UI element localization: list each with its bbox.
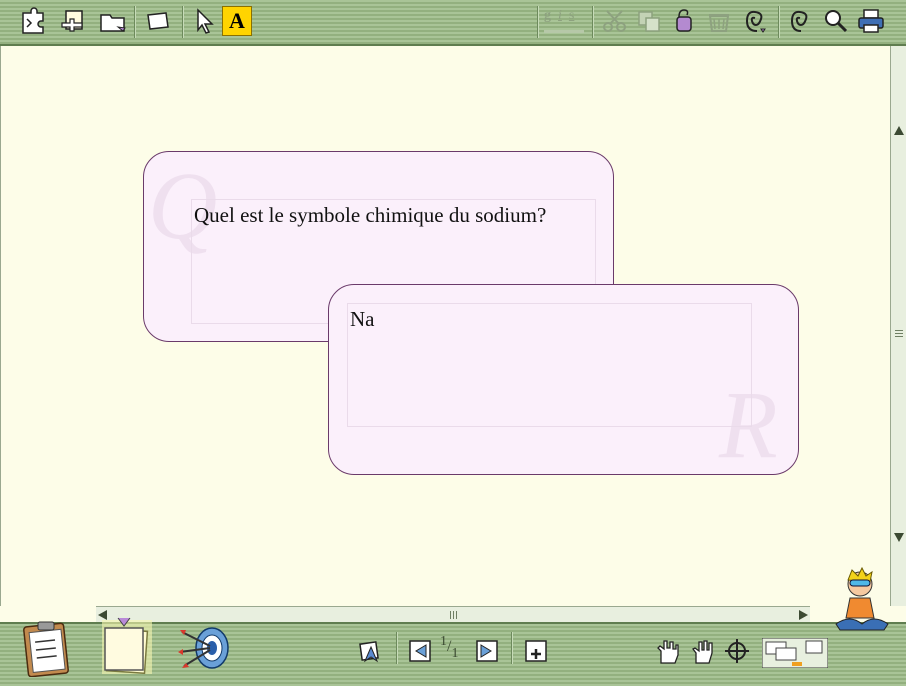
open-folder-icon[interactable]: [98, 6, 128, 36]
toolbar-separator: [537, 6, 538, 38]
top-toolbar: A g i s: [0, 0, 906, 46]
printer-icon[interactable]: [856, 6, 886, 36]
spiral-icon[interactable]: [786, 6, 816, 36]
eraser-icon[interactable]: [143, 6, 173, 36]
card-stack-icon[interactable]: [98, 614, 156, 678]
add-card-icon[interactable]: [521, 636, 551, 666]
puzzle-icon[interactable]: [18, 6, 48, 36]
toolbar-separator: [778, 6, 779, 38]
scroll-right-arrow-icon[interactable]: [799, 610, 808, 620]
text-tool-label: A: [229, 8, 245, 33]
answer-text-field[interactable]: Na: [347, 303, 752, 427]
hand-grab-icon[interactable]: [688, 636, 718, 666]
answer-card[interactable]: R Na: [328, 284, 799, 475]
new-card-icon[interactable]: [60, 6, 90, 36]
mascot-avatar: [830, 564, 892, 636]
crosshair-target-icon[interactable]: [722, 636, 752, 666]
cut-scissors-icon[interactable]: [600, 6, 630, 36]
scroll-down-arrow-icon[interactable]: [894, 533, 904, 542]
scroll-up-arrow-icon[interactable]: [894, 126, 904, 135]
current-page: 1: [440, 634, 447, 649]
toolbar-separator: [511, 632, 512, 664]
paste-glue-icon[interactable]: [668, 6, 698, 36]
scroll-thumb-grip[interactable]: [450, 611, 451, 619]
target-darts-icon[interactable]: [176, 618, 234, 676]
search-icon[interactable]: [821, 6, 851, 36]
page-indicator: 1/1: [440, 634, 459, 661]
minimap-navigator[interactable]: [762, 638, 828, 668]
navigate-card-icon[interactable]: [356, 636, 386, 666]
vertical-scrollbar[interactable]: [890, 46, 906, 606]
hand-point-icon[interactable]: [652, 636, 682, 666]
format-underline-bar: [544, 30, 584, 33]
next-card-icon[interactable]: [472, 636, 502, 666]
toolbar-separator: [396, 632, 397, 664]
spiral-menu-icon[interactable]: [740, 6, 770, 36]
clipboard-checklist-icon[interactable]: [18, 616, 76, 678]
toolbar-separator: [182, 6, 183, 38]
pointer-arrow-icon[interactable]: [190, 6, 220, 36]
previous-card-icon[interactable]: [405, 636, 435, 666]
toolbar-separator: [134, 6, 135, 38]
toolbar-separator: [592, 6, 593, 38]
text-tool-button[interactable]: A: [222, 6, 252, 36]
trash-basket-icon[interactable]: [704, 6, 734, 36]
total-pages: 1: [451, 646, 459, 661]
copy-icon[interactable]: [634, 6, 664, 36]
scroll-thumb-grip[interactable]: [895, 330, 903, 331]
